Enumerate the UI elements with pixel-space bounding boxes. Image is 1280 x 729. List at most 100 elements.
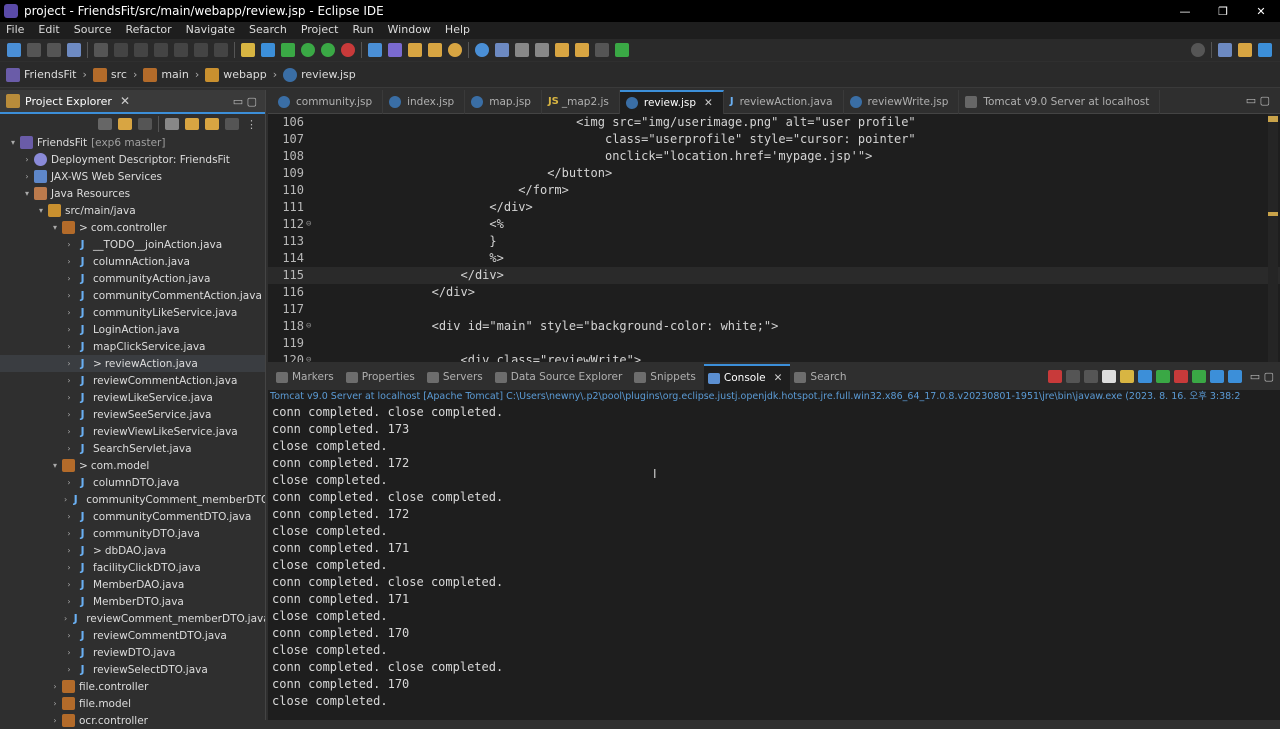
menu-edit[interactable]: Edit xyxy=(32,22,67,39)
code-line[interactable]: 116 </div> xyxy=(268,284,1280,301)
remove-launch-icon[interactable] xyxy=(1065,370,1080,383)
menu-window[interactable]: Window xyxy=(382,22,439,39)
terminate-icon[interactable] xyxy=(154,43,168,57)
expand-arrow-icon[interactable]: › xyxy=(64,308,74,317)
tree-item[interactable]: ▾ Java Resources xyxy=(0,185,265,202)
save-all-icon[interactable] xyxy=(47,43,61,57)
expand-arrow-icon[interactable]: › xyxy=(64,240,74,249)
breadcrumb-project[interactable]: FriendsFit › xyxy=(6,67,87,82)
expand-arrow-icon[interactable]: › xyxy=(64,665,74,674)
tree-item[interactable]: ▾ src/main/java xyxy=(0,202,265,219)
tree-item[interactable]: › JAX-WS Web Services xyxy=(0,168,265,185)
tree-item[interactable]: › file.controller xyxy=(0,678,265,695)
close-button[interactable]: ✕ xyxy=(1242,0,1280,22)
open-console-icon[interactable] xyxy=(1227,370,1242,383)
code-line[interactable]: 109 </button> xyxy=(268,165,1280,182)
expand-arrow-icon[interactable]: › xyxy=(64,631,74,640)
expand-arrow-icon[interactable]: › xyxy=(64,478,74,487)
step-return-icon[interactable] xyxy=(214,43,228,57)
sync-icon[interactable] xyxy=(205,118,219,130)
expand-arrow-icon[interactable]: › xyxy=(64,563,74,572)
editor-tab[interactable]: JreviewAction.java xyxy=(724,89,844,114)
minimize-button[interactable]: — xyxy=(1166,0,1204,22)
debug-icon[interactable] xyxy=(281,43,295,57)
tree-item[interactable]: ▾ FriendsFit [exp6 master] xyxy=(0,134,265,151)
menu-help[interactable]: Help xyxy=(439,22,478,39)
expand-arrow-icon[interactable]: › xyxy=(50,699,60,708)
maximize-button[interactable]: ❐ xyxy=(1204,0,1242,22)
panel-tab[interactable]: Markers xyxy=(272,364,342,390)
code-line[interactable]: 119 xyxy=(268,335,1280,352)
expand-arrow-icon[interactable]: › xyxy=(64,512,74,521)
tree-item[interactable]: ▾ > com.model xyxy=(0,457,265,474)
link-editor-icon[interactable] xyxy=(185,118,199,130)
suspend-icon[interactable] xyxy=(134,43,148,57)
tree-item[interactable]: › file.model xyxy=(0,695,265,712)
panel-tab[interactable]: Search xyxy=(790,364,854,390)
editor-tab[interactable]: map.jsp xyxy=(465,89,542,114)
code-line[interactable]: 118 ⊖ <div id="main" style="background-co… xyxy=(268,318,1280,335)
fold-icon[interactable]: ⊖ xyxy=(306,352,316,362)
expand-arrow-icon[interactable]: › xyxy=(50,682,60,691)
browser-icon[interactable] xyxy=(261,43,275,57)
menu-source[interactable]: Source xyxy=(68,22,120,39)
tree-item-java-file[interactable]: › JmapClickService.java xyxy=(0,338,265,355)
tree-item-java-file[interactable]: › J MemberDTO.java xyxy=(0,593,265,610)
tree-item-java-file[interactable]: › JreviewComment_memberDTO.java xyxy=(0,610,265,627)
breadcrumb-webapp[interactable]: webapp › xyxy=(205,67,277,82)
tree-item-java-file[interactable]: › JcommunityDTO.java xyxy=(0,525,265,542)
pin-editor-icon[interactable] xyxy=(615,43,629,57)
tree-item-java-file[interactable]: › JreviewViewLikeService.java xyxy=(0,423,265,440)
minimize-maximize-icon[interactable]: ▭ ▢ xyxy=(233,95,257,108)
scroll-lock-icon[interactable] xyxy=(1119,370,1134,383)
expand-arrow-icon[interactable]: › xyxy=(64,410,74,419)
expand-arrow-icon[interactable]: › xyxy=(64,274,74,283)
new-icon[interactable] xyxy=(7,43,21,57)
close-icon[interactable]: ✕ xyxy=(704,97,713,109)
expand-arrow-icon[interactable]: › xyxy=(64,359,74,368)
open-type-icon[interactable] xyxy=(408,43,422,57)
editor-tab[interactable]: reviewWrite.jsp xyxy=(844,89,960,114)
fold-icon[interactable]: ⊖ xyxy=(306,216,316,233)
tree-item-java-file[interactable]: › JreviewDTO.java xyxy=(0,644,265,661)
annotation-icon[interactable] xyxy=(495,43,509,57)
tree-item-java-file[interactable]: › J LoginAction.java xyxy=(0,321,265,338)
tree-item-java-file[interactable]: › JreviewSelectDTO.java xyxy=(0,661,265,678)
fold-icon[interactable]: ⊖ xyxy=(306,318,316,335)
open-perspective-icon[interactable] xyxy=(1218,43,1232,57)
show-on-error-icon[interactable] xyxy=(1173,370,1188,383)
editor-tab[interactable]: review.jsp ✕ xyxy=(619,89,724,114)
code-line[interactable]: 112 ⊖ <% xyxy=(268,216,1280,233)
terminate-icon[interactable] xyxy=(1047,370,1062,383)
editor-tab[interactable]: JS _map2.js xyxy=(542,89,620,114)
server-icon[interactable] xyxy=(241,43,255,57)
menu-project[interactable]: Project xyxy=(295,22,347,39)
filter-icon[interactable] xyxy=(225,118,239,130)
forward-icon[interactable] xyxy=(118,118,132,130)
expand-arrow-icon[interactable]: ▾ xyxy=(50,223,60,232)
code-line[interactable]: 111 </div> xyxy=(268,199,1280,216)
tree-item-java-file[interactable]: › JcommunityComment_memberDTO.java xyxy=(0,491,265,508)
step-into-icon[interactable] xyxy=(174,43,188,57)
console-output[interactable]: conn completed. close completed. conn com… xyxy=(268,404,1280,710)
expand-arrow-icon[interactable]: › xyxy=(64,546,74,555)
expand-arrow-icon[interactable]: ▾ xyxy=(8,138,18,147)
pin-console-icon[interactable] xyxy=(1191,370,1206,383)
back-icon[interactable] xyxy=(98,118,112,130)
next-annotation-icon[interactable] xyxy=(515,43,529,57)
code-line[interactable]: 108 onclick="location.href='mypage.jsp'"… xyxy=(268,148,1280,165)
menu-file[interactable]: File xyxy=(0,22,32,39)
expand-arrow-icon[interactable]: › xyxy=(64,376,74,385)
editor-tab[interactable]: community.jsp xyxy=(272,89,384,114)
expand-arrow-icon[interactable]: ▾ xyxy=(36,206,46,215)
terminal-icon[interactable] xyxy=(67,43,81,57)
panel-tab[interactable]: Snippets xyxy=(630,364,704,390)
tree-item-java-file[interactable]: › J __TODO__joinAction.java xyxy=(0,236,265,253)
coverage-icon[interactable] xyxy=(321,43,335,57)
tree-item-java-file[interactable]: › JreviewCommentAction.java xyxy=(0,372,265,389)
menu-navigate[interactable]: Navigate xyxy=(180,22,243,39)
expand-arrow-icon[interactable]: › xyxy=(64,597,74,606)
remove-all-icon[interactable] xyxy=(1083,370,1098,383)
expand-arrow-icon[interactable]: › xyxy=(64,291,74,300)
show-on-output-icon[interactable] xyxy=(1155,370,1170,383)
